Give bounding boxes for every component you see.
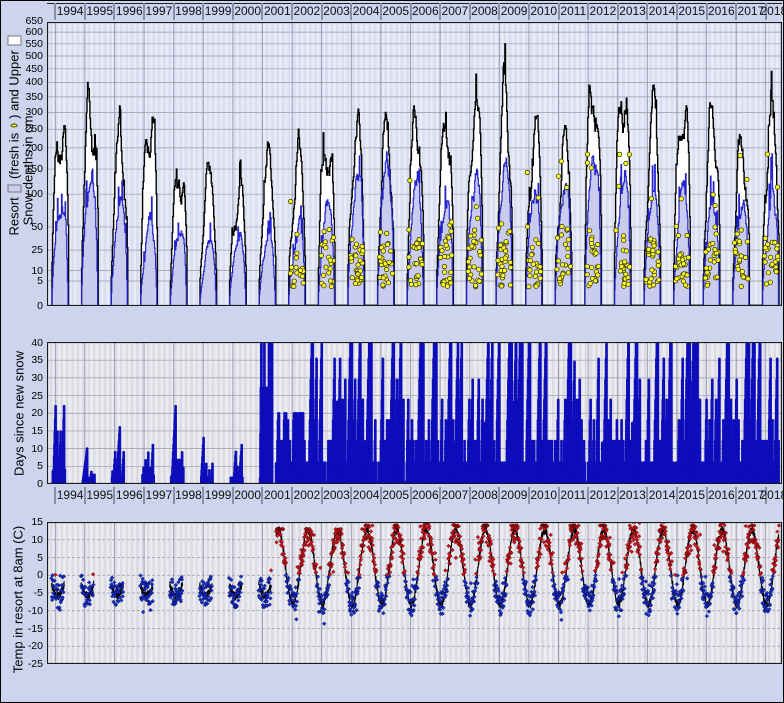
snow-depth-canvas: [47, 22, 782, 306]
year-label-mid: 2018: [756, 488, 784, 502]
top-year-axis: 1994199519961997199819992000200120022003…: [47, 3, 784, 22]
temperature-canvas: [47, 522, 782, 664]
year-label-top: 2018: [756, 4, 784, 18]
tick-label: 0: [1, 300, 43, 312]
resort-label: Resort: [7, 197, 22, 235]
resort-swatch: [7, 184, 21, 192]
tick-label: 650: [1, 15, 43, 27]
days-since-snow-axis-title: Days since new snow: [12, 339, 27, 489]
snow-depth-axis-legend: Resort (fresh is ) and Upper: [7, 36, 22, 236]
mid-year-axis: 1994199519961997199819992000200120022003…: [47, 487, 784, 506]
tick-label: 5: [1, 275, 43, 287]
temperature-plot: [47, 522, 782, 664]
days-since-snow-canvas: [47, 342, 782, 484]
fresh-snow-dot-icon: [11, 124, 18, 128]
snow-depth-plot: [47, 22, 782, 306]
days-since-snow-plot: [47, 342, 782, 484]
fresh-label: (fresh is: [7, 133, 22, 179]
upper-label: ) and Upper: [7, 50, 22, 119]
snow-depth-axis-title: Snow depths in cm: [21, 86, 36, 256]
snow-history-chart: 1994199519961997199819992000200120022003…: [0, 0, 784, 703]
upper-swatch: [7, 36, 21, 46]
temperature-axis-title: Temp in resort at 8am (C): [11, 510, 26, 690]
